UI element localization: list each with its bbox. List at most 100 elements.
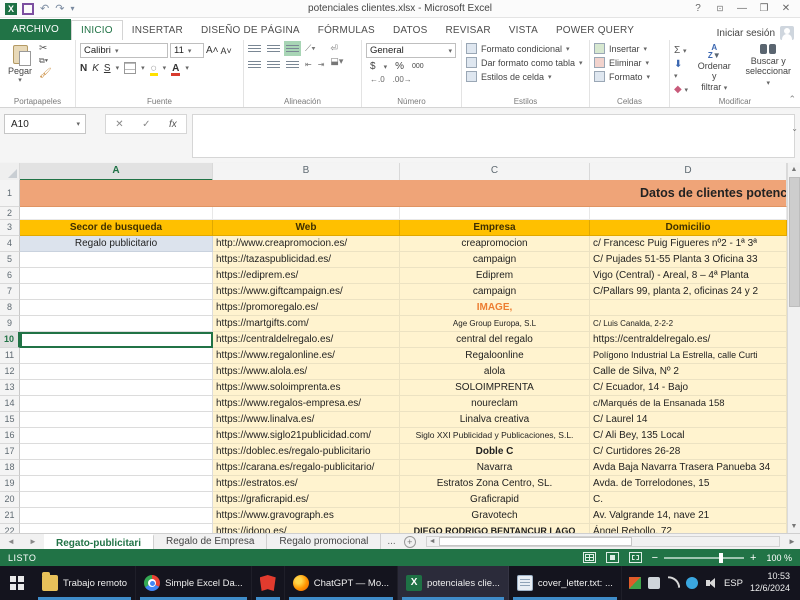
conditional-formatting-button[interactable]: Formato condicional ▾ (466, 43, 583, 54)
cell[interactable]: https://www.giftcampaign.es/ (213, 284, 400, 300)
cell[interactable]: https://www.regalonline.es/ (213, 348, 400, 364)
taskbar-item-excel[interactable]: X potenciales clie... (398, 566, 509, 600)
cell[interactable] (20, 364, 213, 380)
page-break-view-icon[interactable] (629, 552, 642, 563)
cell[interactable] (20, 476, 213, 492)
cell[interactable]: https://www.gravograph.es (213, 508, 400, 524)
format-as-table-button[interactable]: Dar formato como tabla ▾ (466, 57, 583, 68)
wifi-icon[interactable] (667, 577, 679, 589)
collapse-ribbon-icon[interactable]: ⌃ (788, 94, 796, 105)
cell[interactable] (20, 207, 213, 220)
cell[interactable]: C/ Luis Canalda, 2-2-2 (590, 316, 787, 332)
tab-formulas[interactable]: FÓRMULAS (309, 21, 384, 40)
row-header[interactable]: 5 (0, 252, 20, 268)
cell[interactable] (20, 284, 213, 300)
cell[interactable]: https://www.linalva.es/ (213, 412, 400, 428)
cell[interactable]: C/ Ali Bey, 135 Local (590, 428, 787, 444)
align-right-icon[interactable] (286, 59, 299, 70)
banner-cell[interactable]: Datos de clientes potenciales (20, 180, 787, 207)
cell[interactable]: IMAGE, (400, 300, 590, 316)
horizontal-scroll-thumb[interactable] (439, 537, 633, 546)
row-header[interactable]: 11 (0, 348, 20, 364)
cell[interactable]: Navarra (400, 460, 590, 476)
tray-app-icon[interactable] (629, 577, 641, 589)
decrease-indent-icon[interactable]: ⇤ (305, 60, 312, 69)
cell[interactable]: https://centraldelregalo.es/ (590, 332, 787, 348)
italic-button[interactable]: K (92, 63, 99, 74)
row-header[interactable]: 6 (0, 268, 20, 284)
align-bottom-icon[interactable] (286, 43, 299, 54)
insert-function-icon[interactable]: fx (169, 119, 177, 130)
cell[interactable]: Avda Baja Navarra Trasera Panueba 34 (590, 460, 787, 476)
header-cell[interactable]: Secor de busqueda (20, 220, 213, 236)
row-header[interactable]: 1 (0, 180, 20, 207)
cancel-formula-icon[interactable]: ✕ (115, 119, 123, 130)
help-button[interactable]: ? (688, 2, 708, 16)
cell[interactable]: Polígono Industrial La Estrella, calle C… (590, 348, 787, 364)
column-header-a[interactable]: A (20, 163, 213, 181)
font-color-icon[interactable]: A (171, 63, 180, 74)
zoom-slider[interactable] (664, 557, 744, 559)
cell[interactable]: Ángel Rebollo, 72 (590, 524, 787, 533)
close-button[interactable]: ✕ (776, 2, 796, 16)
cell[interactable]: https://www.regalos-empresa.es/ (213, 396, 400, 412)
cell[interactable]: Regalo publicitario (20, 236, 213, 252)
row-header[interactable]: 10 (0, 332, 20, 348)
vertical-scrollbar[interactable]: ▲ ▼ (787, 163, 800, 533)
cell[interactable]: Regaloonline (400, 348, 590, 364)
orientation-icon[interactable]: ⟋▾ (305, 43, 316, 54)
grow-font-icon[interactable]: A˄ (206, 45, 219, 56)
name-box[interactable]: A10 ▾ (4, 114, 86, 134)
zoom-slider-thumb[interactable] (719, 553, 723, 563)
row-header[interactable]: 14 (0, 396, 20, 412)
cell[interactable]: creapromocion (400, 236, 590, 252)
find-select-button[interactable]: Buscar y seleccionar ▾ (741, 43, 796, 95)
sheet-tab-regalo-promocional[interactable]: Regalo promocional (267, 534, 381, 549)
comma-style-icon[interactable]: 000 (412, 63, 424, 70)
cell[interactable]: SOLOIMPRENTA (400, 380, 590, 396)
cell[interactable]: Graficrapid (400, 492, 590, 508)
row-header[interactable]: 13 (0, 380, 20, 396)
tab-datos[interactable]: DATOS (384, 21, 437, 40)
cell[interactable]: https://estratos.es/ (213, 476, 400, 492)
cell[interactable] (20, 508, 213, 524)
cell[interactable] (20, 396, 213, 412)
row-header[interactable]: 22 (0, 524, 20, 533)
row-header[interactable]: 2 (0, 207, 20, 220)
row-header[interactable]: 16 (0, 428, 20, 444)
enter-formula-icon[interactable]: ✓ (142, 119, 150, 130)
tray-circle-icon[interactable] (686, 577, 698, 589)
cell[interactable]: https://ediprem.es/ (213, 268, 400, 284)
cell[interactable] (20, 332, 213, 348)
cell[interactable]: Ediprem (400, 268, 590, 284)
language-indicator[interactable]: ESP (724, 578, 743, 589)
currency-icon[interactable]: $ (370, 61, 376, 72)
cell[interactable] (20, 492, 213, 508)
horizontal-scrollbar[interactable]: ◄ (426, 536, 780, 547)
cell[interactable]: https://www.alola.es/ (213, 364, 400, 380)
column-header-c[interactable]: C (400, 163, 590, 181)
row-header[interactable]: 3 (0, 220, 20, 236)
minimize-button[interactable]: — (732, 2, 752, 16)
restore-button[interactable]: ❐ (754, 2, 774, 16)
row-header[interactable]: 4 (0, 236, 20, 252)
borders-icon[interactable] (124, 62, 136, 74)
cell[interactable] (20, 428, 213, 444)
align-left-icon[interactable] (248, 59, 261, 70)
start-button[interactable] (0, 566, 34, 600)
cell[interactable]: C/ Laurel 14 (590, 412, 787, 428)
cell[interactable]: https://centraldelregalo.es/ (213, 332, 400, 348)
cell[interactable]: https://martgifts.com/ (213, 316, 400, 332)
cell[interactable] (213, 207, 400, 220)
cell[interactable] (20, 524, 213, 533)
fill-color-icon[interactable]: ◌ (150, 63, 158, 74)
sheet-tab-regalo-de-empresa[interactable]: Regalo de Empresa (154, 534, 267, 549)
cell[interactable] (400, 207, 590, 220)
cell[interactable]: https://www.soloimprenta.es (213, 380, 400, 396)
row-header[interactable]: 18 (0, 460, 20, 476)
cell[interactable]: c/Marqués de la Ensanada 158 (590, 396, 787, 412)
cell[interactable]: Siglo XXI Publicidad y Publicaciones, S.… (400, 428, 590, 444)
scroll-down-icon[interactable]: ▼ (788, 520, 800, 533)
select-all-corner[interactable] (0, 163, 20, 181)
row-header[interactable]: 9 (0, 316, 20, 332)
